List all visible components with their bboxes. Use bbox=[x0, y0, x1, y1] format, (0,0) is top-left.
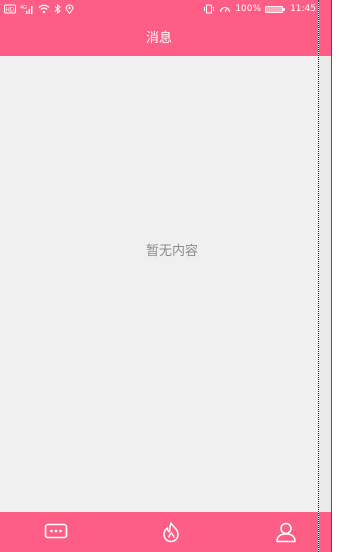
message-list bbox=[0, 56, 318, 512]
edge-content-sliver bbox=[319, 56, 331, 512]
status-right-icons: 100% 11:45 bbox=[203, 4, 316, 14]
signal-icon: 4G bbox=[20, 5, 33, 14]
battery-percent: 100% bbox=[235, 4, 262, 14]
edge-divider bbox=[331, 0, 332, 552]
bluetooth-icon bbox=[54, 4, 61, 14]
edge-tabbar-sliver bbox=[319, 512, 331, 552]
adjacent-screen-edge bbox=[318, 0, 344, 552]
tab-messages[interactable] bbox=[26, 512, 86, 552]
wifi-icon bbox=[38, 4, 50, 14]
app-screen: HD 4G 100% 11:45 消息 bbox=[0, 0, 318, 552]
hd-icon: HD bbox=[4, 4, 16, 14]
bottom-tab-bar bbox=[0, 512, 318, 552]
clock: 11:45 bbox=[290, 4, 316, 14]
vibrate-icon bbox=[204, 4, 215, 14]
status-bar: HD 4G 100% 11:45 bbox=[0, 0, 318, 22]
status-left-icons: HD 4G bbox=[4, 4, 74, 14]
tab-discover[interactable] bbox=[141, 512, 201, 552]
location-icon bbox=[65, 4, 74, 14]
speed-icon bbox=[220, 6, 231, 13]
edge-header-sliver bbox=[319, 0, 331, 56]
flame-icon bbox=[163, 522, 179, 543]
user-icon bbox=[276, 522, 296, 543]
page-title: 消息 bbox=[0, 22, 318, 56]
empty-state-text: 暂无内容 bbox=[145, 244, 198, 259]
battery-icon bbox=[265, 5, 286, 13]
svg-text:HD: HD bbox=[5, 7, 15, 14]
chat-icon bbox=[44, 523, 68, 539]
tab-profile[interactable] bbox=[256, 512, 316, 552]
svg-text:4G: 4G bbox=[20, 5, 27, 11]
